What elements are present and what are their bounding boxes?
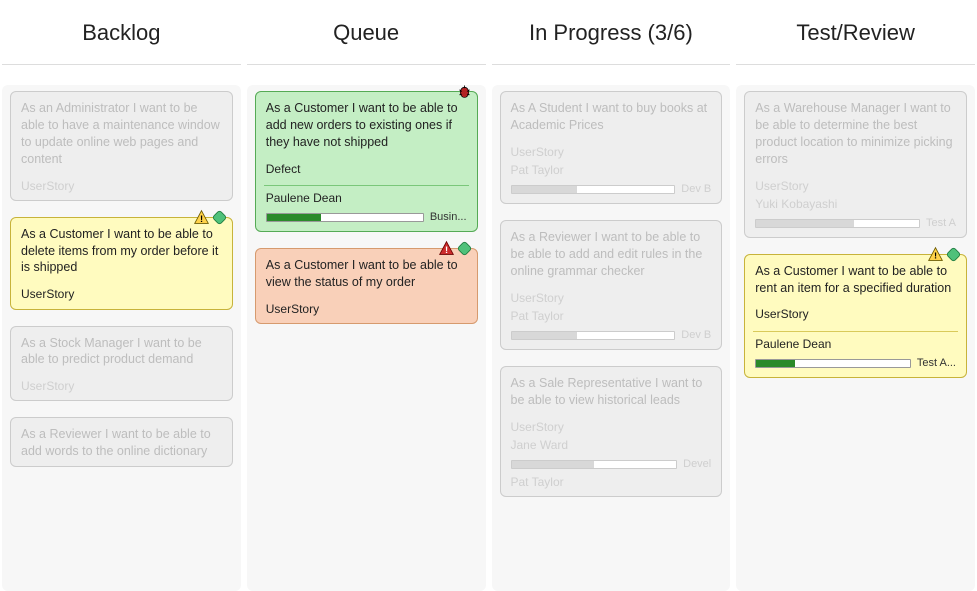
card-type: UserStory <box>511 290 712 306</box>
column-header: Backlog <box>2 0 241 65</box>
card-type: UserStory <box>21 378 222 394</box>
progress-bar <box>266 213 424 222</box>
column-body: As a Warehouse Manager I want to be able… <box>736 85 975 591</box>
card-badges: ! <box>438 240 473 257</box>
progress-row: Test A <box>755 216 956 231</box>
card-type: UserStory <box>21 286 222 302</box>
card[interactable]: As a Stock Manager I want to be able to … <box>10 326 233 402</box>
progress-bar <box>755 359 911 368</box>
column-header: In Progress (3/6) <box>492 0 731 65</box>
card-tag: Test A <box>926 216 956 231</box>
link-icon <box>456 240 473 257</box>
card[interactable]: As a Sale Representative I want to be ab… <box>500 366 723 497</box>
card-owner: Yuki Kobayashi <box>755 196 956 212</box>
card-type: UserStory <box>266 301 467 317</box>
kanban-board: Backlog As an Administrator I want to be… <box>0 0 977 591</box>
progress-row: Dev B <box>511 182 712 197</box>
divider <box>264 185 469 186</box>
progress-row: Test A... <box>755 356 956 371</box>
card-badges: ! <box>927 246 962 263</box>
warning-icon: ! <box>927 246 944 263</box>
card[interactable]: As A Student I want to buy books at Acad… <box>500 91 723 204</box>
svg-text:!: ! <box>200 213 203 223</box>
svg-text:!: ! <box>444 245 447 255</box>
card[interactable]: As a Reviewer I want to be able to add w… <box>10 417 233 467</box>
card[interactable]: As an Administrator I want to be able to… <box>10 91 233 201</box>
card-owner-2: Pat Taylor <box>511 474 712 490</box>
card-text: As a Reviewer I want to be able to add w… <box>21 426 222 460</box>
card-owner: Paulene Dean <box>755 336 956 352</box>
card-text: As a Customer I want to be able to view … <box>266 257 467 291</box>
card-text: As an Administrator I want to be able to… <box>21 100 222 168</box>
card-badges <box>456 85 473 100</box>
link-icon <box>945 246 962 263</box>
column-test-review: Test/Review As a Warehouse Manager I wan… <box>736 0 975 591</box>
card-type: Defect <box>266 161 467 177</box>
card[interactable]: As a Warehouse Manager I want to be able… <box>744 91 967 238</box>
card-owner: Pat Taylor <box>511 162 712 178</box>
card[interactable]: As a Reviewer I want to be able to be ab… <box>500 220 723 350</box>
progress-bar <box>511 460 678 469</box>
card-text: As a Sale Representative I want to be ab… <box>511 375 712 409</box>
divider <box>753 331 958 332</box>
card-text: As a Customer I want to be able to delet… <box>21 226 222 277</box>
card-text: As a Customer I want to be able to rent … <box>755 263 956 297</box>
card-text: As A Student I want to buy books at Acad… <box>511 100 712 134</box>
card-type: UserStory <box>511 419 712 435</box>
column-in-progress: In Progress (3/6) As A Student I want to… <box>492 0 731 591</box>
column-body: As a Customer I want to be able to add n… <box>247 85 486 591</box>
card-tag: Test A... <box>917 356 956 371</box>
card-badges: ! <box>193 209 228 226</box>
column-header: Test/Review <box>736 0 975 65</box>
card-owner: Paulene Dean <box>266 190 467 206</box>
column-queue: Queue As a Customer I want to be able to… <box>247 0 486 591</box>
card-type: UserStory <box>755 306 956 322</box>
svg-text:!: ! <box>934 250 937 260</box>
card[interactable]: ! As a Customer I want to be able to vie… <box>255 248 478 324</box>
progress-bar <box>755 219 920 228</box>
column-body: As an Administrator I want to be able to… <box>2 85 241 591</box>
card-owner: Jane Ward <box>511 437 712 453</box>
progress-row: Devel <box>511 457 712 472</box>
column-body: As A Student I want to buy books at Acad… <box>492 85 731 591</box>
card-type: UserStory <box>21 178 222 194</box>
card-text: As a Stock Manager I want to be able to … <box>21 335 222 369</box>
card-text: As a Warehouse Manager I want to be able… <box>755 100 956 168</box>
card-type: UserStory <box>511 144 712 160</box>
card-tag: Busin... <box>430 210 467 225</box>
card-tag: Dev B <box>681 328 711 343</box>
progress-row: Busin... <box>266 210 467 225</box>
column-backlog: Backlog As an Administrator I want to be… <box>2 0 241 591</box>
card-owner: Pat Taylor <box>511 308 712 324</box>
card[interactable]: ! As a Customer I want to be able to del… <box>10 217 233 310</box>
progress-bar <box>511 331 676 340</box>
progress-row: Dev B <box>511 328 712 343</box>
card[interactable]: As a Customer I want to be able to add n… <box>255 91 478 232</box>
column-header: Queue <box>247 0 486 65</box>
card-tag: Dev B <box>681 182 711 197</box>
progress-bar <box>511 185 676 194</box>
card-text: As a Customer I want to be able to add n… <box>266 100 467 151</box>
card-type: UserStory <box>755 178 956 194</box>
card-tag: Devel <box>683 457 711 472</box>
warning-icon: ! <box>193 209 210 226</box>
card-text: As a Reviewer I want to be able to be ab… <box>511 229 712 280</box>
link-icon <box>211 209 228 226</box>
bug-icon <box>456 85 473 100</box>
alert-icon: ! <box>438 240 455 257</box>
card[interactable]: ! As a Customer I want to be able to ren… <box>744 254 967 378</box>
